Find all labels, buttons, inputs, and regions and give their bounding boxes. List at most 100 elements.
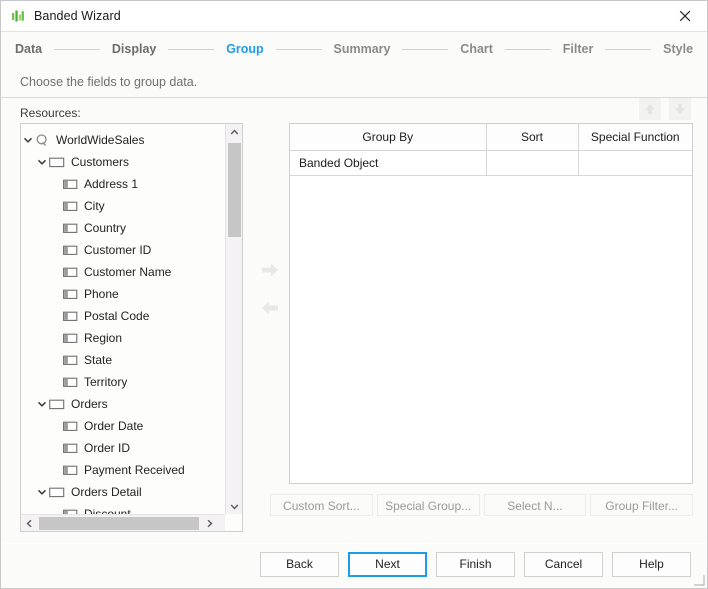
tree-item-label: Phone bbox=[84, 287, 119, 301]
tree-item[interactable]: Order ID bbox=[21, 437, 225, 459]
scroll-right-icon[interactable] bbox=[201, 515, 218, 532]
tree-item[interactable]: City bbox=[21, 195, 225, 217]
chevron-down-icon[interactable] bbox=[35, 151, 49, 173]
window-title: Banded Wizard bbox=[34, 9, 121, 23]
tree-item[interactable]: WorldWideSales bbox=[21, 129, 225, 151]
tree-item-label: City bbox=[84, 199, 105, 213]
tree-item[interactable]: Orders Detail bbox=[21, 481, 225, 503]
banded-wizard-dialog: Banded Wizard Data Display Group Summary… bbox=[0, 0, 708, 589]
column-header-sort[interactable]: Sort bbox=[486, 124, 578, 151]
cancel-button[interactable]: Cancel bbox=[524, 552, 603, 577]
step-separator bbox=[54, 49, 100, 50]
chevron-down-icon[interactable] bbox=[35, 393, 49, 415]
arrow-down-icon[interactable] bbox=[669, 98, 691, 120]
resources-label: Resources: bbox=[20, 106, 81, 120]
grid-header-row: Group By Sort Special Function bbox=[290, 124, 692, 151]
step-chart[interactable]: Chart bbox=[460, 42, 493, 56]
tree-item[interactable]: Address 1 bbox=[21, 173, 225, 195]
field-icon bbox=[63, 201, 78, 212]
scroll-up-icon[interactable] bbox=[226, 124, 243, 141]
folder-icon bbox=[49, 486, 65, 499]
tree-item[interactable]: Customers bbox=[21, 151, 225, 173]
cell-special-function[interactable] bbox=[578, 151, 692, 176]
finish-button[interactable]: Finish bbox=[436, 552, 515, 577]
field-icon bbox=[63, 355, 78, 366]
step-group[interactable]: Group bbox=[226, 42, 264, 56]
resources-tree[interactable]: WorldWideSales Customers Address 1 City Coun… bbox=[21, 124, 225, 515]
table-row[interactable]: Banded Object bbox=[290, 151, 692, 176]
field-icon bbox=[63, 223, 78, 234]
tree-item-label: Country bbox=[84, 221, 126, 235]
tree-vscroll-thumb[interactable] bbox=[228, 143, 241, 237]
group-filter-button[interactable]: Group Filter... bbox=[590, 494, 693, 516]
main-content: Resources: WorldWideSales Customers Addres… bbox=[1, 98, 707, 543]
bar-chart-icon bbox=[10, 8, 26, 24]
tree-item[interactable]: Phone bbox=[21, 283, 225, 305]
tree-item[interactable]: Customer Name bbox=[21, 261, 225, 283]
order-buttons bbox=[639, 98, 691, 120]
tree-item-label: WorldWideSales bbox=[56, 133, 144, 147]
step-data[interactable]: Data bbox=[15, 42, 42, 56]
tree-item-label: Postal Code bbox=[84, 309, 149, 323]
scroll-down-icon[interactable] bbox=[226, 498, 243, 515]
step-style[interactable]: Style bbox=[663, 42, 693, 56]
tree-item[interactable]: Orders bbox=[21, 393, 225, 415]
cell-group-by[interactable]: Banded Object bbox=[290, 151, 486, 176]
tree-horizontal-scrollbar[interactable] bbox=[21, 514, 242, 531]
chevron-down-icon[interactable] bbox=[35, 481, 49, 503]
special-group-button[interactable]: Special Group... bbox=[377, 494, 480, 516]
column-header-group-by[interactable]: Group By bbox=[290, 124, 486, 151]
tree-item-label: Orders bbox=[71, 397, 108, 411]
tree-item[interactable]: State bbox=[21, 349, 225, 371]
scroll-left-icon[interactable] bbox=[21, 515, 38, 532]
cell-sort[interactable] bbox=[486, 151, 578, 176]
add-field-button[interactable] bbox=[257, 257, 283, 283]
close-icon[interactable] bbox=[663, 1, 707, 31]
tree-vertical-scrollbar[interactable] bbox=[225, 124, 242, 515]
field-icon bbox=[63, 333, 78, 344]
scrollbar-corner bbox=[225, 514, 242, 531]
tree-item-label: Region bbox=[84, 331, 122, 345]
field-icon bbox=[63, 443, 78, 454]
custom-sort-button[interactable]: Custom Sort... bbox=[270, 494, 373, 516]
step-filter[interactable]: Filter bbox=[563, 42, 594, 56]
tree-item-label: Orders Detail bbox=[71, 485, 142, 499]
folder-icon bbox=[49, 398, 65, 411]
tree-item-label: Customer ID bbox=[84, 243, 151, 257]
step-summary[interactable]: Summary bbox=[334, 42, 391, 56]
dialog-footer: Back Next Finish Cancel Help bbox=[1, 543, 707, 588]
wizard-steps: Data Display Group Summary Chart Filter … bbox=[1, 32, 707, 66]
tree-item-label: Address 1 bbox=[84, 177, 138, 191]
tree-item[interactable]: Postal Code bbox=[21, 305, 225, 327]
step-separator bbox=[605, 49, 651, 50]
step-display[interactable]: Display bbox=[112, 42, 156, 56]
resources-tree-panel: WorldWideSales Customers Address 1 City Coun… bbox=[20, 123, 243, 532]
tree-item[interactable]: Region bbox=[21, 327, 225, 349]
column-header-special-function[interactable]: Special Function bbox=[578, 124, 692, 151]
back-button[interactable]: Back bbox=[260, 552, 339, 577]
tree-item[interactable]: Payment Received bbox=[21, 459, 225, 481]
group-by-grid-panel: Group By Sort Special Function Banded Ob… bbox=[289, 123, 693, 484]
tree-item[interactable]: Order Date bbox=[21, 415, 225, 437]
resize-grip[interactable] bbox=[693, 574, 705, 586]
tree-item[interactable]: Country bbox=[21, 217, 225, 239]
tree-item[interactable]: Customer ID bbox=[21, 239, 225, 261]
title-bar: Banded Wizard bbox=[1, 1, 707, 32]
field-icon bbox=[63, 289, 78, 300]
tree-hscroll-thumb[interactable] bbox=[39, 517, 199, 530]
field-icon bbox=[63, 245, 78, 256]
field-icon bbox=[63, 311, 78, 322]
remove-field-button[interactable] bbox=[257, 295, 283, 321]
field-icon bbox=[63, 465, 78, 476]
step-separator bbox=[276, 49, 322, 50]
tree-item-label: Order ID bbox=[84, 441, 130, 455]
chevron-down-icon[interactable] bbox=[21, 129, 35, 151]
arrow-up-icon[interactable] bbox=[639, 98, 661, 120]
tree-item-label: Territory bbox=[84, 375, 127, 389]
next-button[interactable]: Next bbox=[348, 552, 427, 577]
select-n-button[interactable]: Select N... bbox=[484, 494, 587, 516]
tree-item[interactable]: Territory bbox=[21, 371, 225, 393]
help-button[interactable]: Help bbox=[612, 552, 691, 577]
field-icon bbox=[63, 179, 78, 190]
subtitle-text: Choose the fields to group data. bbox=[20, 75, 197, 89]
